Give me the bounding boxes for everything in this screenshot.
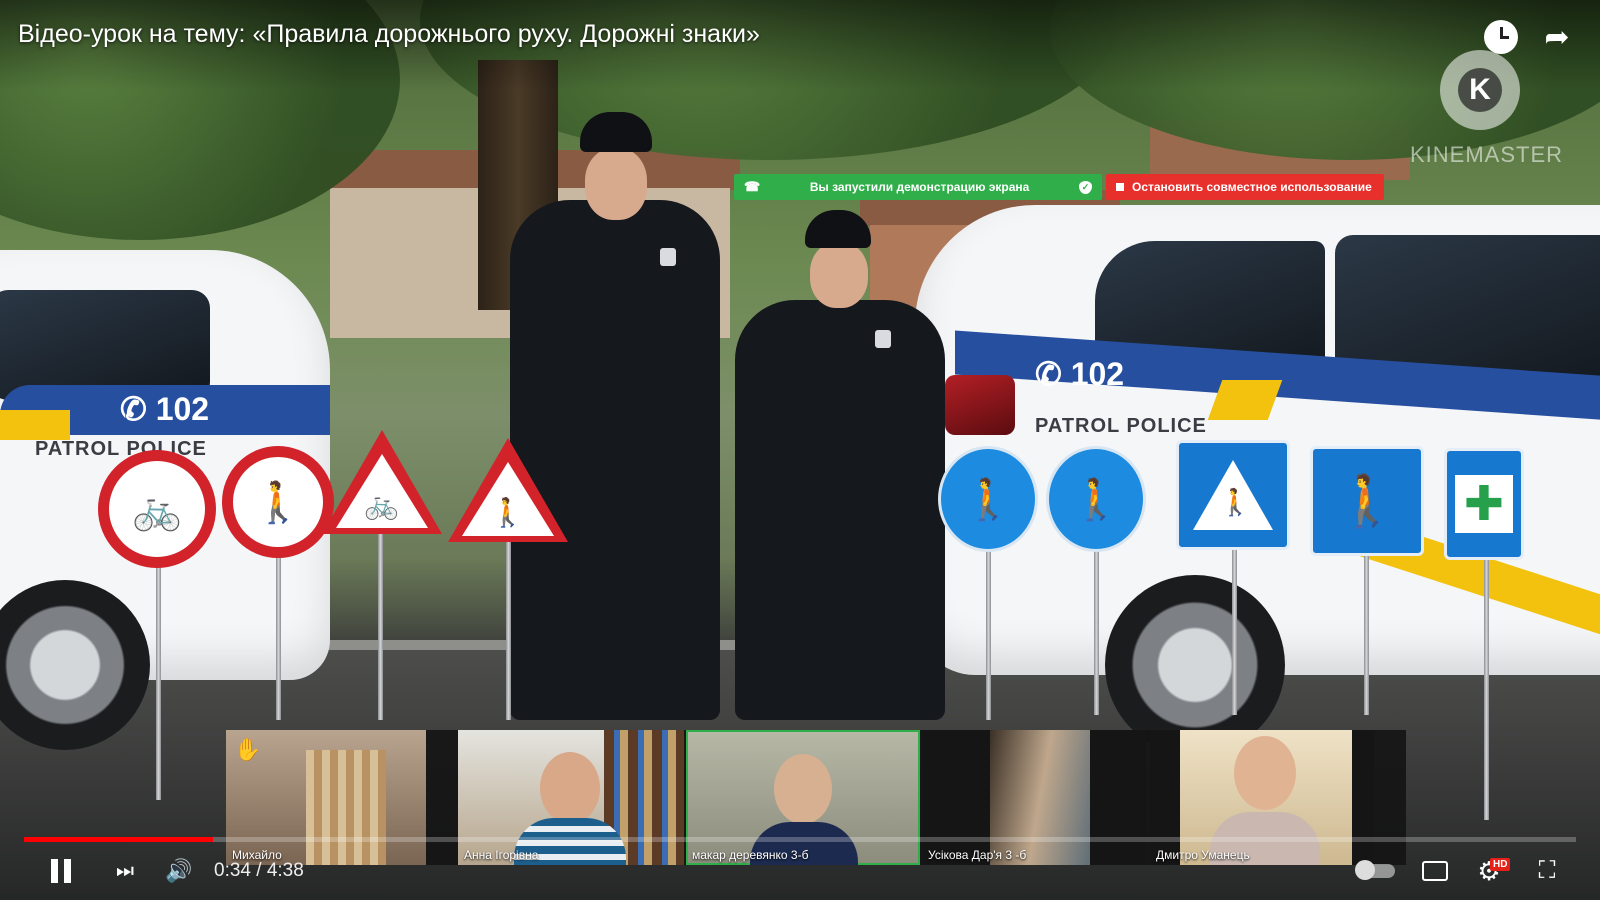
screen-share-status-bar: ☎ Вы запустили демонстрацию экрана ✓ [734, 174, 1102, 200]
participant-tile[interactable]: ✋ Михайло [226, 730, 426, 865]
pedestrian-crossing-sign: 🚶 [1176, 440, 1290, 550]
car-phone-number: ✆ 102 [120, 391, 210, 427]
kinemaster-logo: K [1440, 50, 1520, 130]
sign-glyph: ✚ [1463, 476, 1505, 532]
car-wheel [1105, 575, 1285, 755]
sign-glyph: 🚲 [132, 486, 182, 533]
next-icon[interactable]: ⏭ [112, 856, 138, 886]
sign-glyph: 🚲 [364, 488, 399, 521]
underground-crossing-sign: 🚶 [1310, 446, 1424, 556]
shared-path-sign: 🚶 [938, 446, 1038, 552]
share-icon[interactable]: ➦ [1540, 20, 1574, 55]
sign-pole [276, 550, 281, 720]
stop-sharing-label: Остановить совместное использование [1132, 180, 1372, 194]
sign-pole [1484, 560, 1489, 820]
sign-pole [1232, 545, 1237, 715]
hd-badge: HD [1490, 858, 1511, 871]
participants-strip: ✋ Михайло Анна Ігорівна макар деревянко … [226, 730, 1406, 865]
sign-pole [1364, 555, 1369, 715]
volume-icon[interactable]: 🔊 [164, 856, 194, 886]
progress-bar[interactable] [24, 837, 1576, 842]
video-player[interactable]: ✆ 102 PATROL POLICE ✆ 102 PATROL POLICE [0, 0, 1600, 900]
officer-cap [580, 112, 652, 152]
sign-inner: ✚ [1455, 475, 1513, 533]
kinemaster-watermark: KINEMASTER [1410, 142, 1564, 167]
participant-face [1234, 736, 1296, 810]
sign-glyph: 🚶 [490, 496, 525, 529]
no-bicycles-sign: 🚲 [98, 450, 216, 568]
shield-icon: ✓ [1078, 180, 1092, 194]
officer-head [585, 148, 647, 220]
participant-face [774, 754, 832, 824]
progress-fill [24, 837, 214, 842]
captions-icon[interactable] [1420, 856, 1450, 886]
pedestrian-path-sign: 🚶 [1046, 446, 1146, 552]
car-window [0, 290, 210, 400]
screen-share-status-text: Вы запустили демонстрацию экрана [809, 180, 1030, 194]
car-stripe-yellow [1207, 380, 1283, 420]
video-title[interactable]: Відео-урок на тему: «Правила дорожнього … [18, 20, 760, 49]
sign-glyph: 🚶 [1335, 471, 1399, 530]
sign-glyph: 🚶 [253, 479, 303, 526]
car-phone-text: 102 [155, 391, 210, 427]
participant-tile[interactable]: Анна Ігорівна [458, 730, 684, 865]
car-stripe-yellow [0, 410, 70, 440]
pedestrian-crossing-warning-sign: 🚶 [448, 438, 568, 542]
captions-box [1422, 861, 1448, 881]
time-display: 0:34 / 4:38 [214, 860, 304, 881]
stop-icon [1116, 183, 1124, 191]
car-label: PATROL POLICE [1035, 415, 1207, 437]
sign-pole [378, 530, 383, 720]
car-phone-text: 102 [1070, 356, 1125, 392]
tail-light [945, 375, 1015, 435]
stop-sharing-button[interactable]: Остановить совместное использование [1106, 174, 1384, 200]
sign-pole [986, 540, 991, 720]
participant-video [990, 730, 1090, 865]
participant-tile[interactable]: Дмитро Уманець [1150, 730, 1374, 865]
participant-tile-active[interactable]: макар деревянко 3-б [686, 730, 920, 865]
officer-badge [660, 248, 676, 266]
kinemaster-logo-letter: K [1458, 68, 1502, 112]
sign-glyph: 🚶 [1071, 476, 1121, 523]
pin-icon: ☎ [744, 179, 761, 194]
participant-tile[interactable]: Усікова Дар'я 3 -б [922, 730, 1146, 865]
autoplay-toggle[interactable] [1354, 856, 1398, 886]
sign-glyph: 🚶 [1219, 488, 1252, 518]
no-pedestrians-sign: 🚶 [222, 446, 334, 558]
pause-icon[interactable] [48, 856, 74, 886]
first-aid-sign: ✚ [1444, 448, 1524, 560]
toggle-track [1355, 860, 1395, 880]
police-officer [735, 210, 945, 720]
car-phone-number: ✆ 102 [1035, 356, 1125, 392]
watch-later-clock-icon[interactable] [1484, 20, 1518, 54]
player-controls: ⏭ 🔊 0:34 / 4:38 ⚙ ⛶ [0, 848, 1600, 900]
sign-pole [1094, 545, 1099, 715]
officer-badge [875, 330, 891, 348]
officer-head [810, 242, 868, 308]
sign-pole [156, 560, 161, 800]
bicycle-crossing-warning-sign: 🚲 [322, 430, 442, 534]
sign-pole [506, 540, 511, 720]
fullscreen-exit-icon[interactable]: ⛶ [1532, 856, 1562, 886]
raised-hand-icon: ✋ [234, 738, 262, 763]
sign-glyph: 🚶 [963, 476, 1013, 523]
sign-inner: 🚶 [1193, 460, 1273, 530]
participant-face [540, 752, 600, 824]
